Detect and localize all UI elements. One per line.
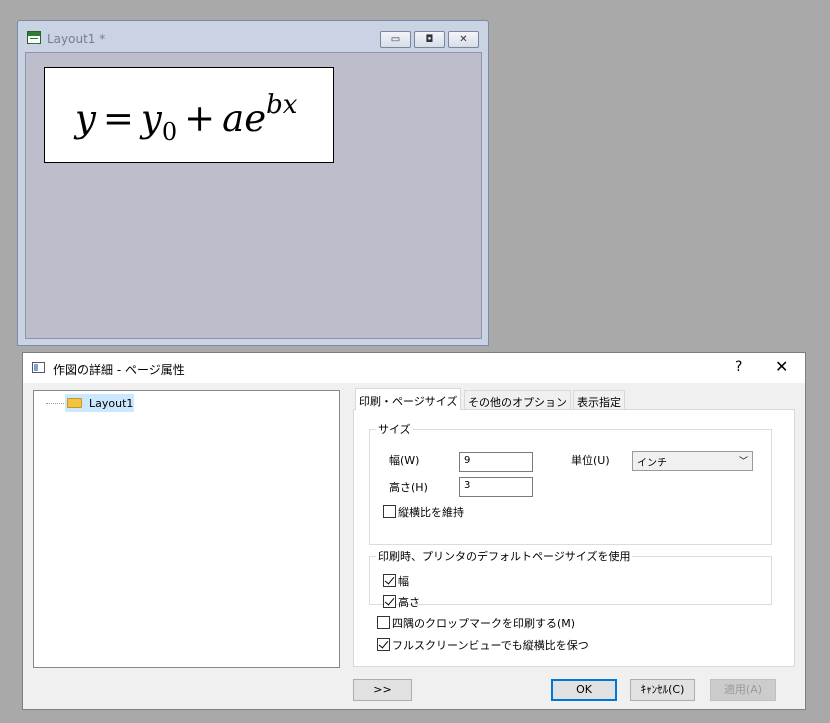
width-input[interactable]: 9 xyxy=(459,452,533,472)
default-group-legend: 印刷時、プリンタのデフォルトページサイズを使用 xyxy=(378,550,631,563)
minimize-icon: ▭ xyxy=(390,34,401,45)
dialog-titlebar[interactable]: 作図の詳細 - ページ属性 ? ✕ xyxy=(23,353,805,383)
keep-ratio-checkbox[interactable] xyxy=(383,505,396,518)
tab-other-options[interactable]: その他のオプション xyxy=(464,390,571,409)
layout-page-canvas[interactable]: y = y0 + aebx xyxy=(25,52,482,339)
ok-button[interactable]: OK xyxy=(551,679,617,701)
tab-panel: サイズ 幅(W) 9 高さ(H) 3 単位(U) インチ ﹀ 縦横比を維持 印刷… xyxy=(353,409,795,667)
use-default-width-label: 幅 xyxy=(398,575,409,588)
formula-e: e xyxy=(244,97,267,140)
formula-equals: = xyxy=(102,97,134,140)
use-default-height-checkbox[interactable] xyxy=(383,595,396,608)
unit-select[interactable]: インチ ﹀ xyxy=(632,451,753,471)
dialog-close-button[interactable]: ✕ xyxy=(775,357,788,376)
formula-lhs: y xyxy=(75,97,96,140)
use-default-height-label: 高さ xyxy=(398,596,420,609)
expand-button[interactable]: >> xyxy=(353,679,412,701)
formula-text-object[interactable]: y = y0 + aebx xyxy=(44,67,334,163)
dialog-title: 作図の詳細 - ページ属性 xyxy=(53,363,185,377)
keep-ratio-label: 縦横比を維持 xyxy=(398,506,464,519)
apply-button[interactable]: 適用(A) xyxy=(710,679,776,701)
use-default-width-checkbox[interactable] xyxy=(383,574,396,587)
size-group-legend: サイズ xyxy=(378,423,411,436)
formula-y0-base: y xyxy=(140,97,162,140)
layout-title: Layout1 * xyxy=(47,32,106,46)
tab-display[interactable]: 表示指定 xyxy=(573,390,625,409)
formula: y = y0 + aebx xyxy=(75,90,297,146)
unit-label: 単位(U) xyxy=(571,454,610,467)
close-icon: ✕ xyxy=(459,34,468,45)
fullscreen-ratio-label: フルスクリーンビューでも縦横比を保つ xyxy=(392,639,589,652)
formula-plus: + xyxy=(184,97,216,140)
height-label: 高さ(H) xyxy=(389,481,428,494)
height-input[interactable]: 3 xyxy=(459,477,533,497)
dialog-app-icon xyxy=(32,362,45,373)
layout-app-icon xyxy=(27,31,41,44)
tree-item-layout1[interactable]: Layout1 xyxy=(65,394,135,412)
layout-titlebar[interactable]: Layout1 * ▭ ◘ ✕ xyxy=(18,21,488,51)
fullscreen-ratio-checkbox[interactable] xyxy=(377,638,390,651)
folder-icon xyxy=(67,398,82,408)
plot-details-dialog: 作図の詳細 - ページ属性 ? ✕ Layout1 印刷・ページサイズ その他の… xyxy=(22,352,806,710)
minimize-button[interactable]: ▭ xyxy=(380,31,411,48)
crop-marks-checkbox[interactable] xyxy=(377,616,390,629)
tree-item-label: Layout1 xyxy=(89,397,134,410)
page-tree[interactable]: Layout1 xyxy=(33,390,340,668)
layout-window: Layout1 * ▭ ◘ ✕ y = y0 + aebx xyxy=(17,20,489,346)
restore-icon: ◘ xyxy=(425,34,434,45)
help-button[interactable]: ? xyxy=(735,359,742,375)
crop-marks-label: 四隅のクロップマークを印刷する(M) xyxy=(392,617,576,630)
formula-a: a xyxy=(222,97,245,140)
default-page-size-group: 印刷時、プリンタのデフォルトページサイズを使用 幅 高さ xyxy=(369,548,772,609)
restore-button[interactable]: ◘ xyxy=(414,31,445,48)
chevron-down-icon: ﹀ xyxy=(738,457,748,467)
cancel-button[interactable]: ｷｬﾝｾﾙ(C) xyxy=(630,679,695,701)
tree-connector xyxy=(46,403,66,404)
unit-select-value: インチ xyxy=(637,458,667,469)
formula-exponent: bx xyxy=(266,90,298,120)
size-group: サイズ 幅(W) 9 高さ(H) 3 単位(U) インチ ﹀ 縦横比を維持 xyxy=(369,421,772,545)
window-close-button[interactable]: ✕ xyxy=(448,31,479,48)
tab-print-page-size[interactable]: 印刷・ページサイズ xyxy=(355,388,462,410)
formula-y0-sub: 0 xyxy=(161,118,178,146)
width-label: 幅(W) xyxy=(389,454,420,467)
